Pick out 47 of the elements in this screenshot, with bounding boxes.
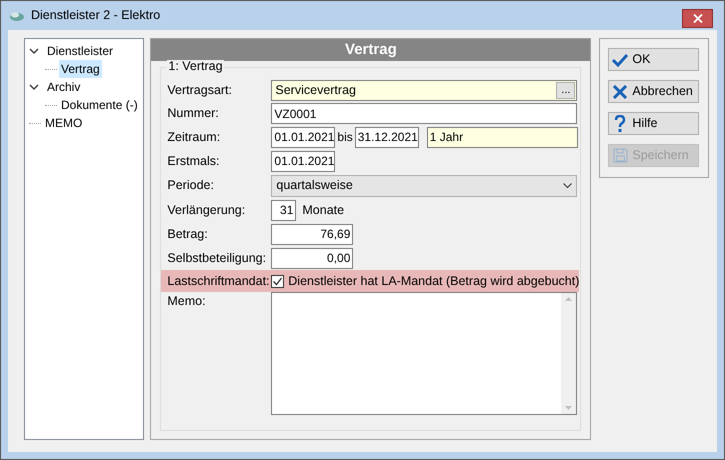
field-label: Zeitraum: [167,128,222,146]
app-icon [9,10,25,22]
range-separator: bis [336,129,354,146]
field-label: Erstmals: [167,152,220,170]
checkmark-icon [612,52,628,66]
tree-item[interactable]: MEMO [43,114,84,132]
field-label: Betrag: [167,226,209,243]
group-title: 1: Vertrag [167,60,224,72]
chevron-icon[interactable] [29,47,39,55]
dialog-button[interactable]: Abbrechen [608,80,700,103]
window-title: Dienstleister 2 - Elektro [31,7,160,24]
unit-label: Monate [302,202,344,219]
input-field[interactable]: 31 [271,200,296,220]
chevron-icon[interactable] [29,83,39,91]
dialog-button[interactable]: OK [608,48,700,71]
input-field[interactable]: 76,69 [271,224,354,244]
checkbox-icon[interactable] [271,274,284,288]
panel-header: Vertrag [151,39,590,61]
dropdown[interactable]: quartalsweise [271,174,578,196]
input-field[interactable]: VZ0001 [271,103,578,124]
input-field[interactable]: Servicevertrag ... [271,80,578,100]
chevron-icon [563,182,572,188]
help-icon [614,114,626,132]
checkbox[interactable]: Dienstleister hat LA-Mandat (Betrag wird abgebucht) [271,272,580,290]
tree-item[interactable]: Dienstleister [45,42,116,60]
close-button[interactable] [682,9,713,28]
input-field[interactable]: 01.01.2021 [271,126,336,148]
tree-item[interactable]: Dokumente (-) [59,96,140,114]
input-field[interactable]: 31.12.2021 [354,126,419,148]
close-icon [692,14,702,23]
tree-item[interactable]: Archiv [45,78,82,96]
save-icon [612,148,628,163]
input-field[interactable]: 1 Jahr [426,126,578,148]
field-label: Lastschriftmandat: [167,272,271,290]
browse-button[interactable]: ... [556,82,576,98]
tree-item[interactable]: Vertrag [59,60,102,78]
memo-field[interactable] [271,292,578,415]
input-field[interactable]: 0,00 [271,248,354,268]
close-icon [613,84,628,98]
input-field[interactable]: 01.01.2021 [271,150,336,172]
field-label: Periode: [167,177,215,194]
field-label: Vertragsart: [167,82,234,99]
field-label: Memo: [167,293,207,310]
field-label: Selbstbeteiligung: [167,250,268,267]
dialog-button[interactable]: Hilfe [608,112,700,135]
field-label: Verlängerung: [167,202,246,219]
field-label: Nummer: [167,105,220,122]
